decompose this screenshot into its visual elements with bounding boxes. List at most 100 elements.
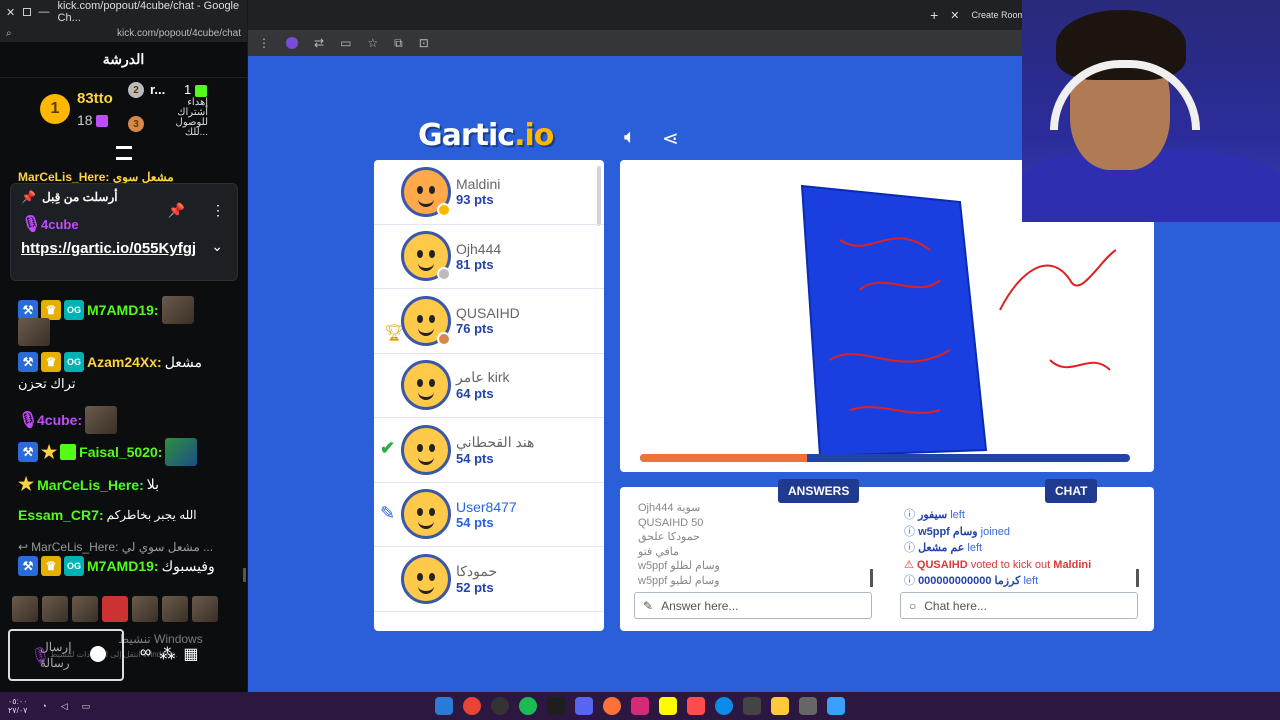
player-name: Ojh444 xyxy=(456,240,502,257)
chrome-icon[interactable] xyxy=(463,697,481,715)
windows-start-icon[interactable] xyxy=(827,697,845,715)
player-avatar xyxy=(401,360,451,411)
minimize-icon[interactable]: — xyxy=(39,6,50,18)
close-icon[interactable]: ✕ xyxy=(950,9,959,22)
player-row[interactable]: Ojh444 81 pts xyxy=(374,225,604,289)
cast-icon[interactable]: ⇄ xyxy=(314,36,324,50)
collapse-icon[interactable] xyxy=(116,146,132,160)
chat-username[interactable]: M7AMD19: xyxy=(87,558,159,574)
answer-entry: حمودكا علحق xyxy=(638,531,700,543)
pinned-link[interactable]: https://gartic.io/055Kyfgj xyxy=(21,238,197,260)
search-icon: ⌕ xyxy=(6,27,12,39)
gift-leaderboard: 1 83tto 18 2 r... 1 3 إهداء أشتراك للوصو… xyxy=(0,78,247,166)
leader-2-count-row: 1 xyxy=(184,82,207,97)
sidebar-icon[interactable]: ▭ xyxy=(340,36,351,50)
chat-scrollbar[interactable] xyxy=(1136,569,1139,587)
steam-icon[interactable] xyxy=(435,697,453,715)
pinned-user[interactable]: 4cube xyxy=(41,217,79,232)
chat-username[interactable]: M7AMD19: xyxy=(87,302,159,318)
chat-message: Essam_CR7: الله يجبر بخاطركم xyxy=(18,507,197,523)
chat-log-action: left xyxy=(1023,575,1039,587)
chat-log-action: voted to kick out xyxy=(970,558,1051,571)
player-row[interactable]: Maldini 93 pts xyxy=(374,160,604,225)
chat-username[interactable]: Azam24Xx: xyxy=(87,354,162,370)
leader-1-count: 18 xyxy=(77,112,93,128)
chat-text: وفيسبوك xyxy=(161,557,215,574)
firefox-icon[interactable] xyxy=(603,697,621,715)
chat-username[interactable]: Faisal_5020: xyxy=(79,444,162,460)
terminal-icon[interactable] xyxy=(547,697,565,715)
tab-strip: + ✕ Create Room xyxy=(248,0,1025,30)
chat-log-action: left xyxy=(950,509,965,521)
chat-log-name: 000000000000 كرزما xyxy=(918,575,1021,587)
player-row[interactable]: عامر kirk 64 pts xyxy=(374,354,604,418)
emote-image[interactable] xyxy=(192,596,218,622)
tab-create-room[interactable]: Create Room xyxy=(971,10,1025,20)
window-title: kick.com/popout/4cube/chat - Google Ch..… xyxy=(57,0,240,24)
chat-username[interactable]: Essam_CR7: xyxy=(18,507,104,523)
player-avatar xyxy=(401,553,451,604)
emote-image[interactable] xyxy=(162,596,188,622)
chat-log: ⓘ سيفور left ⓘ w5ppf وسام joined ⓘ عم مش… xyxy=(904,507,1091,590)
file-explorer-icon[interactable] xyxy=(771,697,789,715)
emote-image[interactable] xyxy=(102,596,128,622)
sound-icon[interactable]: 🔈︎ xyxy=(624,126,636,149)
leader-1-name: 83tto xyxy=(77,90,113,107)
emote-image[interactable] xyxy=(12,596,38,622)
answers-scrollbar[interactable] xyxy=(870,569,873,587)
more-options-icon[interactable]: ⋮ xyxy=(211,202,225,219)
moderator-badge-icon: ⚒ xyxy=(18,442,38,462)
battery-icon[interactable]: ▭ xyxy=(82,701,91,711)
emote-image[interactable] xyxy=(132,596,158,622)
unpin-icon[interactable]: 📌 xyxy=(168,202,185,219)
wifi-icon[interactable]: ◔ xyxy=(41,701,46,711)
snapchat-icon[interactable] xyxy=(659,697,677,715)
edge-icon[interactable] xyxy=(715,697,733,715)
player-avatar xyxy=(401,231,451,282)
player-name: User8477 xyxy=(456,498,517,515)
discord-icon[interactable] xyxy=(575,697,593,715)
player-name: عامر kirk xyxy=(456,369,510,386)
tab-answers[interactable]: ANSWERS xyxy=(778,479,860,503)
player-row-self[interactable]: ✎ User8477 54 pts xyxy=(374,483,604,547)
close-icon[interactable]: ✕ xyxy=(6,6,15,19)
spotify-icon[interactable] xyxy=(519,697,537,715)
extensions-puzzle-icon[interactable]: ⧉ xyxy=(394,36,403,51)
bookmark-star-icon[interactable]: ☆ xyxy=(367,36,378,50)
mail-icon[interactable] xyxy=(687,697,705,715)
instagram-icon[interactable] xyxy=(631,697,649,715)
chat-username[interactable]: 4cube: xyxy=(37,412,82,428)
app-icon[interactable] xyxy=(799,697,817,715)
chat-message: 🎙 4cube: xyxy=(18,406,118,434)
status-dot-icon xyxy=(437,331,451,346)
new-tab-icon[interactable]: + xyxy=(930,7,938,23)
chat-scrollbar[interactable] xyxy=(243,568,246,582)
vip-crown-icon: ♛ xyxy=(41,300,61,320)
chat-header: الدرشة xyxy=(0,42,247,78)
maximize-icon[interactable] xyxy=(23,8,31,16)
player-row[interactable]: 🏆︎ QUSAIHD 76 pts xyxy=(374,289,604,354)
extension-icon[interactable] xyxy=(286,37,298,49)
chat-text: بلا xyxy=(146,476,159,492)
video-editor-icon[interactable] xyxy=(743,697,761,715)
obs-icon[interactable] xyxy=(491,697,509,715)
volume-icon[interactable]: ◁ xyxy=(61,701,68,711)
round-timer-progress xyxy=(640,454,1130,462)
share-icon[interactable]: ⋖ xyxy=(662,126,679,151)
emote-image[interactable] xyxy=(42,596,68,622)
player-row[interactable]: ✔ هند القحطاني 54 pts xyxy=(374,418,604,483)
answer-input[interactable]: ✎ Answer here... xyxy=(634,592,872,619)
expand-chevron-icon[interactable]: ⌄ xyxy=(211,238,223,255)
chat-username[interactable]: MarCeLis_Here: xyxy=(37,477,144,493)
address-bar[interactable]: ⌕ kick.com/popout/4cube/chat xyxy=(0,24,247,42)
status-dot-icon xyxy=(437,267,451,282)
answer-entry: QUSAIHD 50 xyxy=(638,516,704,529)
menu-icon[interactable]: ⋮ xyxy=(258,36,270,50)
chat-log-name: عم مشعل xyxy=(918,542,965,554)
install-icon[interactable]: ⊡ xyxy=(419,36,429,50)
chat-input[interactable]: ○ Chat here... xyxy=(900,592,1138,619)
player-points: 52 pts xyxy=(456,579,494,595)
player-row[interactable]: حمودكا 52 pts xyxy=(374,547,604,612)
emote-image[interactable] xyxy=(72,596,98,622)
tab-chat[interactable]: CHAT xyxy=(1045,479,1098,503)
